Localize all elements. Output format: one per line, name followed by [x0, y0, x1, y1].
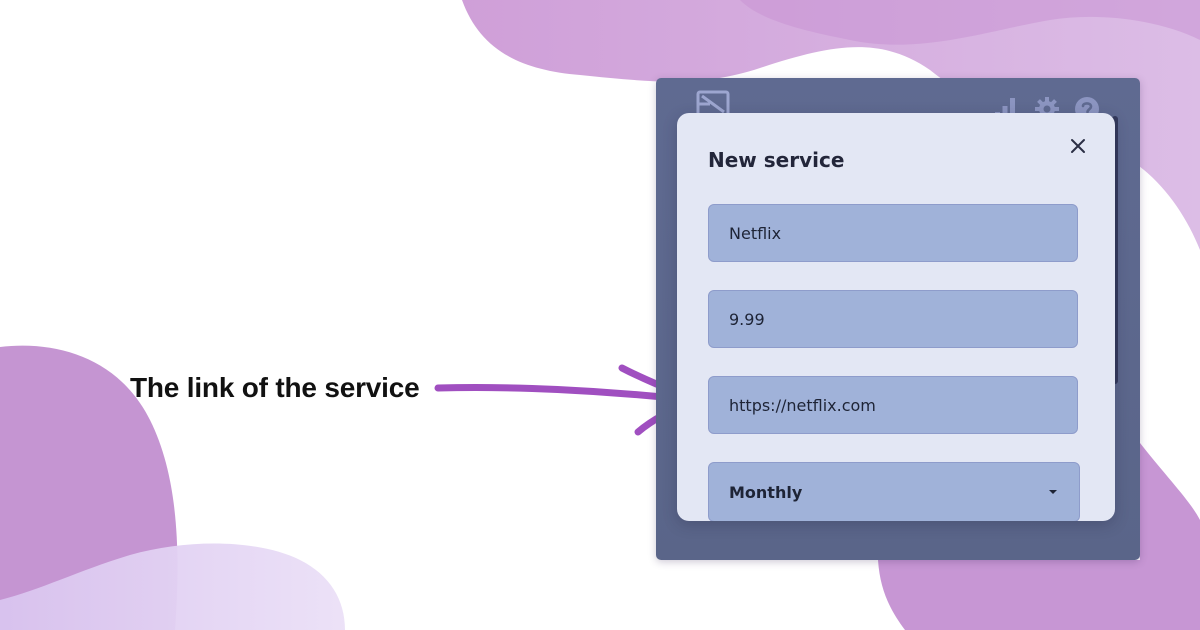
caret-down-icon — [1049, 490, 1057, 494]
close-button[interactable] — [1066, 134, 1090, 158]
billing-cycle-select[interactable]: Monthly — [708, 462, 1080, 521]
service-url-input[interactable] — [708, 376, 1078, 434]
billing-cycle-value: Monthly — [729, 482, 803, 502]
annotation-caption: The link of the service — [130, 372, 420, 403]
modal-title: New service — [708, 148, 845, 172]
new-service-modal: New service Monthly — [677, 113, 1115, 521]
service-name-input[interactable] — [708, 204, 1078, 262]
close-icon — [1071, 139, 1085, 153]
service-price-input[interactable] — [708, 290, 1078, 348]
